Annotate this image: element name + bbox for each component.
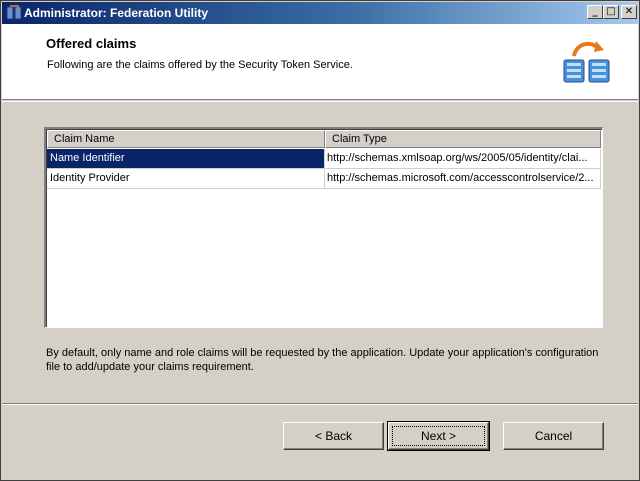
close-button[interactable]: ✕ (621, 5, 637, 19)
page-subtitle: Following are the claims offered by the … (47, 59, 353, 71)
claim-name-cell: Name Identifier (47, 149, 325, 169)
next-button[interactable]: Next > (387, 421, 490, 451)
focus-rectangle (392, 426, 485, 446)
claims-list[interactable]: Claim Name Claim Type Name Identifier ht… (44, 127, 603, 328)
claim-name-cell: Identity Provider (47, 169, 325, 189)
back-button[interactable]: < Back (283, 422, 384, 450)
claims-list-header: Claim Name Claim Type (47, 130, 602, 148)
column-header-claim-name[interactable]: Claim Name (47, 130, 325, 148)
minimize-button[interactable]: _ (587, 5, 603, 19)
maximize-button[interactable]: □ (603, 5, 619, 19)
federation-utility-icon (6, 5, 22, 20)
claims-info-text: By default, only name and role claims wi… (46, 347, 599, 373)
footer-divider-highlight (2, 404, 638, 405)
claim-type-cell: http://schemas.microsoft.com/accesscontr… (325, 169, 601, 189)
title-bar[interactable]: Administrator: Federation Utility _ □ ✕ (2, 2, 638, 24)
wizard-header: Offered claims Following are the claims … (2, 24, 638, 100)
page-title: Offered claims (46, 36, 137, 51)
claims-row[interactable]: Identity Provider http://schemas.microso… (47, 169, 601, 189)
claims-row[interactable]: Name Identifier http://schemas.xmlsoap.o… (47, 149, 601, 169)
federation-utility-window: Administrator: Federation Utility _ □ ✕ … (0, 0, 640, 481)
column-header-claim-type[interactable]: Claim Type (325, 130, 601, 148)
servers-sync-icon (563, 41, 610, 83)
cancel-button[interactable]: Cancel (503, 422, 604, 450)
window-title: Administrator: Federation Utility (24, 6, 209, 20)
header-divider (2, 101, 638, 102)
claim-type-cell: http://schemas.xmlsoap.org/ws/2005/05/id… (325, 149, 601, 169)
